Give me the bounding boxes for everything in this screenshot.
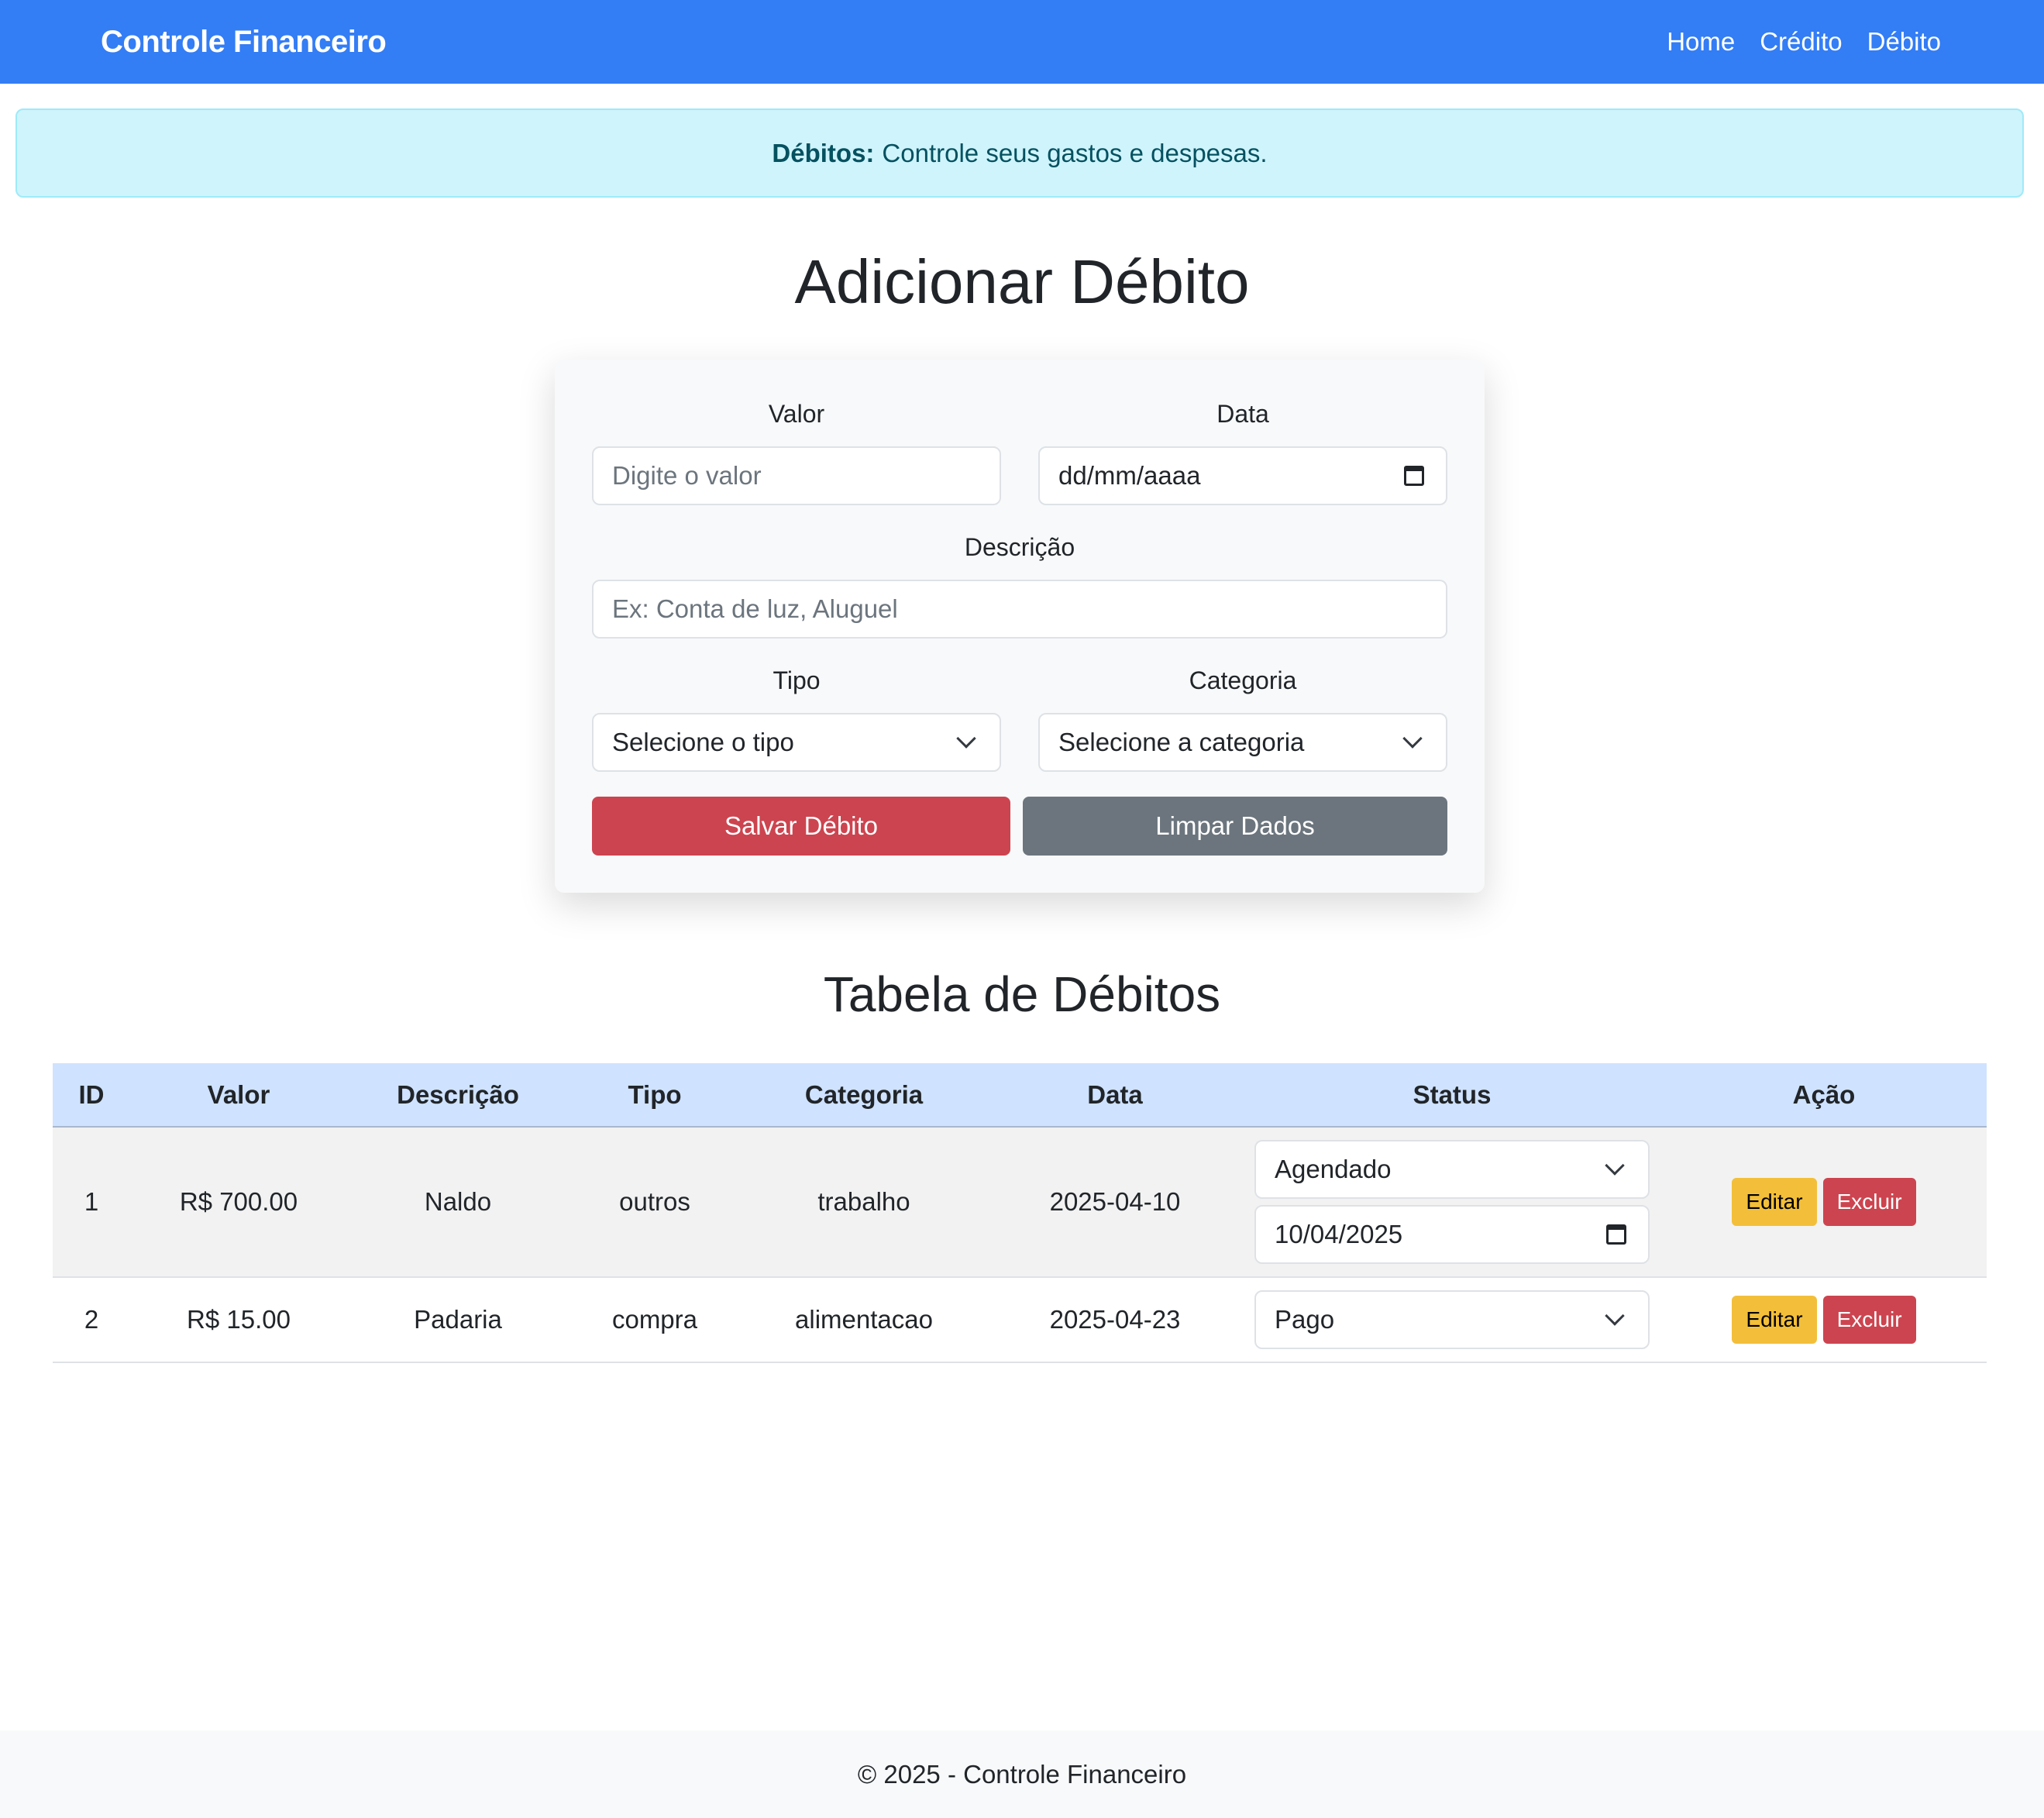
table-row: 1 R$ 700.00 Naldo outros trabalho 2025-0… <box>53 1127 1987 1278</box>
cell-categoria: trabalho <box>741 1127 987 1278</box>
page-title: Adicionar Débito <box>794 247 1250 316</box>
cell-id: 1 <box>53 1127 130 1278</box>
descricao-label: Descrição <box>964 533 1075 561</box>
data-label: Data <box>1216 400 1269 428</box>
info-alert: Débitos: Controle seus gastos e despesas… <box>15 108 2024 198</box>
nav-link-credito[interactable]: Crédito <box>1760 27 1842 57</box>
calendar-icon[interactable] <box>1606 1224 1626 1245</box>
header-id: ID <box>53 1063 130 1128</box>
debits-table: ID Valor Descrição Tipo Categoria Data S… <box>53 1063 1987 1363</box>
status-select[interactable]: Pago <box>1254 1290 1650 1349</box>
cell-descricao: Naldo <box>347 1127 569 1278</box>
chevron-down-icon <box>1605 1155 1625 1176</box>
tipo-select[interactable]: Selecione o tipo <box>592 713 1001 772</box>
categoria-select[interactable]: Selecione a categoria <box>1038 713 1447 772</box>
edit-button[interactable]: Editar <box>1732 1178 1817 1226</box>
header-valor: Valor <box>130 1063 347 1128</box>
data-date-value: dd/mm/aaaa <box>1058 461 1201 490</box>
valor-label: Valor <box>768 400 825 428</box>
status-select[interactable]: Agendado <box>1254 1140 1650 1199</box>
cell-status: Agendado 10/04/2025 <box>1243 1127 1661 1278</box>
footer-text: © 2025 - Controle Financeiro <box>857 1759 1187 1789</box>
cell-valor: R$ 15.00 <box>130 1277 347 1363</box>
cell-data: 2025-04-23 <box>987 1277 1243 1363</box>
debit-form-card: Valor Data dd/mm/aaaa Descrição Tipo Sel… <box>555 360 1485 893</box>
descricao-input[interactable] <box>592 580 1447 639</box>
cell-data: 2025-04-10 <box>987 1127 1243 1278</box>
save-debit-button[interactable]: Salvar Débito <box>592 797 1010 856</box>
brand-logo[interactable]: Controle Financeiro <box>101 25 387 60</box>
cell-categoria: alimentacao <box>741 1277 987 1363</box>
nav-link-debito[interactable]: Débito <box>1867 27 1941 57</box>
cell-tipo: compra <box>569 1277 741 1363</box>
tipo-label: Tipo <box>773 666 821 694</box>
header-descricao: Descrição <box>347 1063 569 1128</box>
header-categoria: Categoria <box>741 1063 987 1128</box>
cell-acao: Editar Excluir <box>1661 1127 1987 1278</box>
footer: © 2025 - Controle Financeiro <box>0 1730 2044 1818</box>
table-row: 2 R$ 15.00 Padaria compra alimentacao 20… <box>53 1277 1987 1363</box>
cell-tipo: outros <box>569 1127 741 1278</box>
header-acao: Ação <box>1661 1063 1987 1128</box>
edit-button[interactable]: Editar <box>1732 1296 1817 1344</box>
alert-lead: Débitos: <box>772 138 875 167</box>
delete-button[interactable]: Excluir <box>1822 1178 1916 1226</box>
chevron-down-icon <box>1605 1306 1625 1326</box>
chevron-down-icon <box>956 728 976 749</box>
header-tipo: Tipo <box>569 1063 741 1128</box>
status-date-input[interactable]: 10/04/2025 <box>1254 1205 1650 1264</box>
data-date-input[interactable]: dd/mm/aaaa <box>1038 446 1447 505</box>
clear-data-button[interactable]: Limpar Dados <box>1023 797 1447 856</box>
tipo-select-value: Selecione o tipo <box>612 728 794 756</box>
chevron-down-icon <box>1402 728 1423 749</box>
nav-links: Home Crédito Débito <box>1667 27 1941 57</box>
header-data: Data <box>987 1063 1243 1128</box>
cell-descricao: Padaria <box>347 1277 569 1363</box>
nav-link-home[interactable]: Home <box>1667 27 1735 57</box>
table-title: Tabela de Débitos <box>823 966 1221 1022</box>
cell-valor: R$ 700.00 <box>130 1127 347 1278</box>
table-header-row: ID Valor Descrição Tipo Categoria Data S… <box>53 1063 1987 1128</box>
navbar: Controle Financeiro Home Crédito Débito <box>0 0 2044 84</box>
cell-acao: Editar Excluir <box>1661 1277 1987 1363</box>
alert-text: Controle seus gastos e despesas. <box>882 138 1268 167</box>
header-status: Status <box>1243 1063 1661 1128</box>
status-date-value: 10/04/2025 <box>1275 1220 1403 1248</box>
delete-button[interactable]: Excluir <box>1822 1296 1916 1344</box>
cell-id: 2 <box>53 1277 130 1363</box>
valor-input[interactable] <box>592 446 1001 505</box>
cell-status: Pago <box>1243 1277 1661 1363</box>
categoria-label: Categoria <box>1189 666 1297 694</box>
status-select-value: Pago <box>1275 1305 1335 1334</box>
categoria-select-value: Selecione a categoria <box>1058 728 1305 756</box>
calendar-icon[interactable] <box>1404 466 1424 486</box>
status-select-value: Agendado <box>1275 1155 1392 1183</box>
